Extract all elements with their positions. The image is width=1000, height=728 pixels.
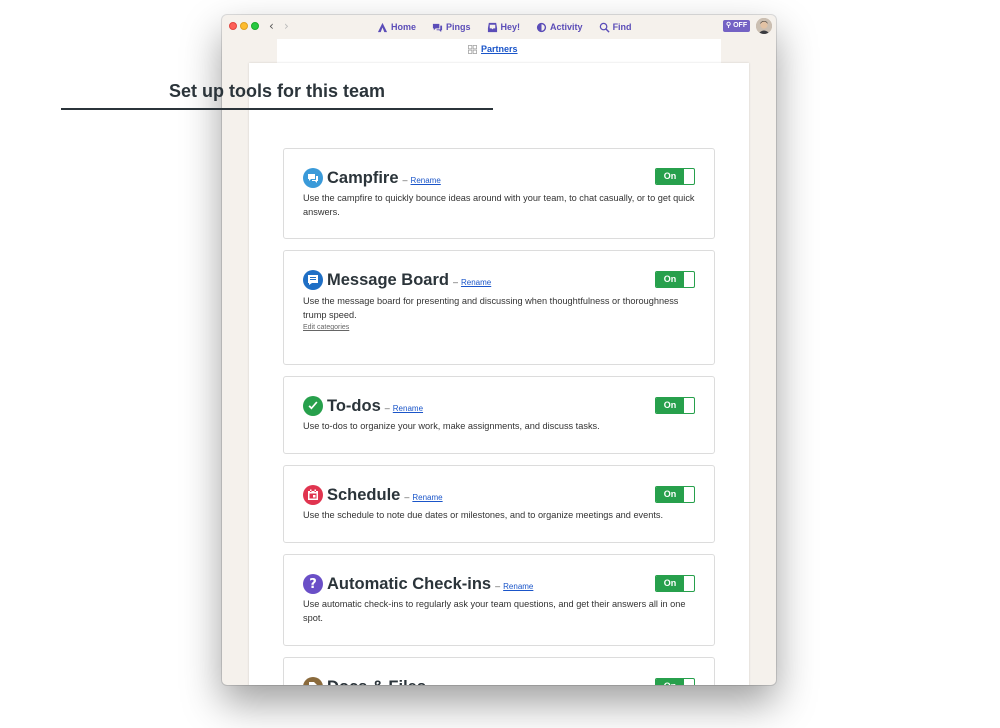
title-bar: ‹ › Home Pings Hey! Activity Find ⚲ OFF [222, 15, 776, 39]
separator: – [402, 175, 408, 185]
title-divider [61, 108, 493, 110]
tool-card-header: Message Board – Rename [327, 270, 491, 290]
nav-pings-label: Pings [446, 22, 471, 32]
notifications-off-badge[interactable]: ⚲ OFF [723, 20, 751, 32]
pings-icon [432, 23, 443, 32]
tool-description: Use the message board for presenting and… [303, 296, 679, 320]
tool-toggle[interactable]: On [655, 271, 695, 288]
team-grid-icon [468, 44, 477, 54]
tool-toggle[interactable]: On [655, 575, 695, 592]
nav-pings[interactable]: Pings [432, 20, 471, 34]
tool-card-header: Campfire – Rename [327, 168, 441, 188]
toggle-on-label: On [656, 272, 684, 287]
tool-card-header: Automatic Check-ins – Rename [327, 574, 533, 594]
minimize-window-button[interactable] [240, 22, 248, 30]
toggle-on-label: On [656, 576, 684, 591]
tool-card-automatic-checkins: ? Automatic Check-ins – Rename On Use au… [283, 554, 715, 646]
message-board-icon [303, 270, 323, 290]
separator: – [495, 581, 501, 591]
hey-inbox-icon [487, 22, 497, 32]
tool-toggle[interactable]: On [655, 168, 695, 185]
home-icon [377, 22, 388, 32]
breadcrumb-link-partners[interactable]: Partners [481, 44, 518, 54]
tool-card-message-board: Message Board – Rename On Use the messag… [283, 250, 715, 365]
person-icon: ⚲ [726, 22, 732, 29]
avatar[interactable] [756, 18, 772, 34]
tool-name: Schedule [327, 486, 401, 504]
separator: – [404, 492, 410, 502]
nav-hey[interactable]: Hey! [487, 20, 521, 34]
nav-home-label: Home [391, 22, 417, 32]
separator: – [384, 403, 390, 413]
tool-description: Use the campfire to quickly bounce ideas… [303, 193, 695, 217]
todos-check-icon [303, 396, 323, 416]
rename-link[interactable]: Rename [503, 582, 533, 591]
tool-card-campfire: Campfire – Rename On Use the campfire to… [283, 148, 715, 239]
forward-arrow-icon[interactable]: › [284, 18, 289, 34]
tool-name: Message Board [327, 271, 449, 289]
rename-link[interactable]: Rename [461, 278, 491, 287]
toggle-on-label: On [656, 169, 684, 184]
tool-card-todos: To-dos – Rename On Use to-dos to organiz… [283, 376, 715, 454]
rename-link[interactable]: Rename [411, 176, 441, 185]
campfire-icon [303, 168, 323, 188]
close-window-button[interactable] [229, 22, 237, 30]
edit-categories-link[interactable]: Edit categories [303, 324, 349, 331]
zoom-window-button[interactable] [251, 22, 259, 30]
rename-link[interactable]: Rename [393, 404, 423, 413]
tool-description: Use the schedule to note due dates or mi… [303, 510, 664, 520]
top-nav: Home Pings Hey! Activity Find [377, 20, 632, 34]
nav-activity-label: Activity [550, 22, 583, 32]
nav-activity[interactable]: Activity [536, 20, 583, 34]
separator: – [452, 277, 458, 287]
nav-find[interactable]: Find [599, 20, 632, 34]
toggle-on-label: On [656, 398, 684, 413]
nav-hey-label: Hey! [500, 22, 521, 32]
tool-toggle[interactable]: On [655, 397, 695, 414]
tool-name: To-dos [327, 397, 381, 415]
tool-description: Use automatic check-ins to regularly ask… [303, 599, 686, 623]
page-title: Set up tools for this team [168, 81, 386, 101]
tool-name: Campfire [327, 169, 399, 187]
tool-name: Automatic Check-ins [327, 575, 492, 593]
nav-find-label: Find [612, 22, 632, 32]
breadcrumb-strip: Partners [277, 39, 721, 63]
breadcrumb: Partners [468, 44, 518, 54]
tool-card-schedule: Schedule – Rename On Use the schedule to… [283, 465, 715, 543]
off-badge-label: OFF [733, 22, 748, 29]
rename-link[interactable]: Rename [412, 493, 442, 502]
checkins-question-icon: ? [303, 574, 323, 594]
tool-card-header: Schedule – Rename [327, 485, 443, 505]
schedule-calendar-icon [303, 485, 323, 505]
tool-description: Use to-dos to organize your work, make a… [303, 421, 600, 431]
search-icon [599, 22, 610, 33]
tool-card-header: To-dos – Rename [327, 396, 423, 416]
activity-icon [536, 22, 547, 32]
tool-toggle[interactable]: On [655, 486, 695, 503]
back-arrow-icon[interactable]: ‹ [269, 18, 274, 34]
avatar-image [756, 18, 772, 34]
nav-home[interactable]: Home [377, 20, 416, 34]
toggle-on-label: On [656, 487, 684, 502]
